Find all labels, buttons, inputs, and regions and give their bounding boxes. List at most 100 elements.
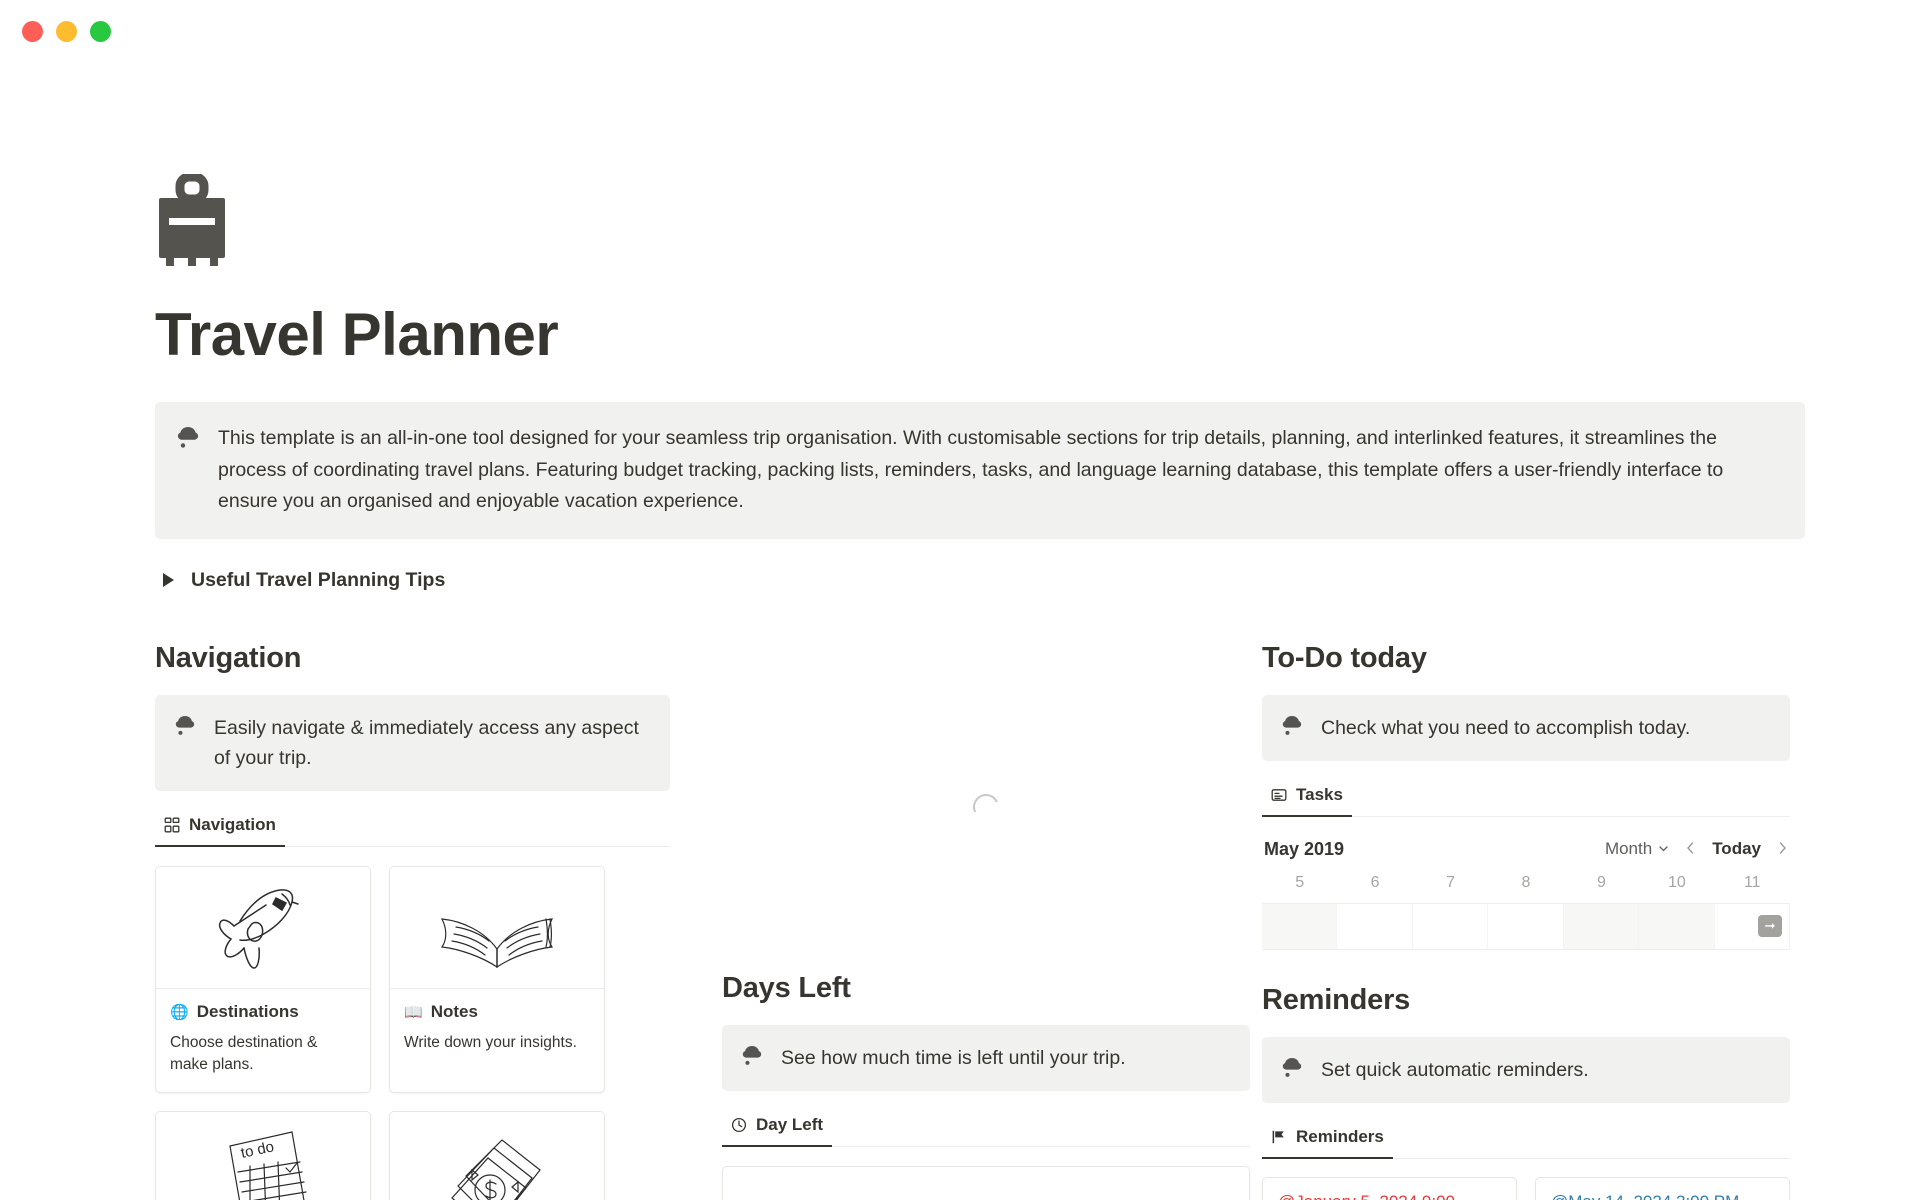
open-book-icon: 📖 — [404, 1003, 423, 1021]
todo-column: To-Do today Check what you need to accom… — [1250, 642, 1790, 1200]
tree-emoji-icon — [1282, 1055, 1304, 1085]
flag-icon — [1271, 1129, 1287, 1145]
page-root: Travel Planner This template is an all-i… — [0, 172, 1920, 1200]
calendar-cell[interactable] — [1262, 903, 1338, 949]
calendar-event-row: ➞ — [1262, 903, 1790, 950]
calendar-view-select[interactable]: Month — [1605, 839, 1669, 859]
calendar-cell[interactable] — [1639, 903, 1715, 949]
open-book-doodle-icon — [390, 867, 604, 990]
days-left-callout-text: See how much time is left until your tri… — [781, 1046, 1126, 1069]
calendar-day-number: 5 — [1295, 873, 1305, 891]
calendar-day-number: 8 — [1521, 873, 1531, 891]
tab-reminders[interactable]: Reminders — [1262, 1127, 1393, 1160]
page-title: Travel Planner — [155, 301, 559, 368]
gallery-card-destinations[interactable]: 🌐 Destinations Choose destination & make… — [155, 866, 371, 1094]
useful-tips-toggle[interactable]: Useful Travel Planning Tips — [155, 565, 1805, 596]
tree-emoji-icon — [175, 713, 197, 773]
reminders-heading: Reminders — [1262, 983, 1411, 1016]
days-left-heading: Days Left — [722, 971, 851, 1004]
todo-heading: To-Do today — [1262, 641, 1427, 674]
todo-callout-text: Check what you need to accomplish today. — [1321, 716, 1691, 739]
calendar-day-header-row: 5 6 7 8 9 10 11 — [1262, 870, 1790, 904]
todo-callout: Check what you need to accomplish today. — [1262, 694, 1790, 761]
navigation-callout: Easily navigate & immediately access any… — [155, 694, 670, 792]
reminder-card[interactable]: @May 14, 2024 2:00 PM — [1535, 1177, 1790, 1200]
calendar-header: May 2019 Month Today — [1262, 831, 1790, 870]
days-left-column: Days Left See how much time is left unti… — [670, 642, 1250, 1200]
navigation-db-tabbar: Navigation — [155, 815, 670, 848]
gallery-card-notes-body: 📖 Notes Write down your insights. — [390, 989, 604, 1070]
reminder-date: @January 5, 2024 9:00 — [1278, 1192, 1455, 1200]
maximize-window-button[interactable] — [90, 20, 111, 42]
window-titlebar — [0, 0, 1920, 62]
calendar-cell[interactable] — [1488, 903, 1564, 949]
calendar-month-label: May 2019 — [1264, 838, 1345, 859]
calendar-cell[interactable] — [1337, 903, 1413, 949]
reminder-card[interactable]: @January 5, 2024 9:00 — [1262, 1177, 1517, 1200]
traffic-light-buttons — [22, 20, 111, 42]
calendar-day-number: 10 — [1667, 873, 1686, 891]
calendar-prev-button[interactable] — [1685, 839, 1696, 860]
gallery-card-destinations-desc: Choose destination & make plans. — [170, 1034, 318, 1074]
tab-tasks[interactable]: Tasks — [1262, 785, 1352, 817]
chevron-down-icon[interactable] — [1658, 839, 1669, 859]
calendar-arrow-right-icon[interactable]: ➞ — [1758, 915, 1782, 938]
tab-reminders-label: Reminders — [1296, 1127, 1384, 1147]
loading-spinner-container — [722, 642, 1250, 972]
loading-spinner-icon — [969, 790, 1003, 824]
calendar-day-number: 6 — [1370, 873, 1380, 891]
tree-emoji-icon — [742, 1043, 764, 1073]
reminder-date: @May 14, 2024 2:00 PM — [1551, 1192, 1739, 1200]
calendar-cell[interactable] — [1413, 903, 1489, 949]
calendar-controls: Month Today — [1605, 839, 1788, 860]
tab-day-left[interactable]: Day Left — [722, 1114, 833, 1147]
three-column-layout: Navigation Easily navigate & immediately… — [155, 642, 1805, 1200]
cash-money-doodle-icon — [390, 1112, 604, 1200]
reminders-callout-text: Set quick automatic reminders. — [1321, 1058, 1589, 1081]
todo-list-doodle-icon: to do — [156, 1112, 370, 1200]
tasks-calendar: May 2019 Month Today 5 6 7 8 9 10 11 ➞ — [1262, 831, 1790, 950]
todo-db-tabbar: Tasks — [1262, 785, 1790, 817]
calendar-next-button[interactable] — [1777, 839, 1788, 860]
tab-navigation[interactable]: Navigation — [155, 815, 285, 848]
toggle-triangle-icon[interactable] — [163, 573, 174, 588]
calendar-day-number: 11 — [1743, 873, 1761, 891]
tree-emoji-icon — [177, 423, 201, 518]
calendar-day-number: 7 — [1446, 873, 1456, 891]
navigation-heading: Navigation — [155, 641, 302, 674]
gallery-card-destinations-body: 🌐 Destinations Choose destination & make… — [156, 989, 370, 1092]
calendar-view-select-label: Month — [1604, 839, 1653, 859]
luggage-icon — [155, 172, 229, 268]
gallery-card-notes-title: 📖 Notes — [404, 1002, 590, 1022]
close-window-button[interactable] — [22, 20, 43, 42]
reminders-cards: @January 5, 2024 9:00 @May 14, 2024 2:00… — [1262, 1177, 1790, 1200]
gallery-card-notes-desc: Write down your insights. — [404, 1034, 577, 1052]
navigation-column: Navigation Easily navigate & immediately… — [155, 642, 670, 1200]
navigation-gallery: 🌐 Destinations Choose destination & make… — [155, 866, 670, 1200]
days-left-callout: See how much time is left until your tri… — [722, 1024, 1250, 1091]
globe-icon: 🌐 — [170, 1003, 189, 1021]
gallery-card-notes-label: Notes — [430, 1002, 478, 1022]
tab-tasks-label: Tasks — [1296, 784, 1343, 804]
reminders-callout: Set quick automatic reminders. — [1262, 1036, 1790, 1104]
minimize-window-button[interactable] — [56, 20, 77, 42]
gallery-card-destinations-label: Destinations — [196, 1002, 299, 1022]
gallery-card-todo-list[interactable]: to do — [155, 1111, 371, 1200]
calendar-day-number: 9 — [1596, 873, 1606, 891]
list-view-icon — [1271, 787, 1287, 803]
gallery-card-destinations-title: 🌐 Destinations — [170, 1002, 356, 1022]
page-content: Travel Planner This template is an all-i… — [115, 172, 1805, 1200]
tab-navigation-label: Navigation — [189, 815, 276, 835]
gallery-card-money[interactable] — [389, 1111, 605, 1200]
clock-icon — [731, 1117, 747, 1133]
tree-emoji-icon — [1282, 713, 1304, 743]
gallery-card-notes[interactable]: 📖 Notes Write down your insights. — [389, 866, 605, 1094]
calendar-cell[interactable] — [1563, 903, 1640, 949]
tab-day-left-label: Day Left — [756, 1114, 824, 1134]
navigation-callout-text: Easily navigate & immediately access any… — [214, 716, 639, 769]
day-left-row-card[interactable] — [722, 1165, 1250, 1200]
reminders-db-tabbar: Reminders — [1262, 1127, 1790, 1160]
calendar-today-button[interactable]: Today — [1712, 839, 1761, 859]
days-left-db-tabbar: Day Left — [722, 1115, 1250, 1147]
useful-tips-toggle-label: Useful Travel Planning Tips — [191, 568, 446, 591]
